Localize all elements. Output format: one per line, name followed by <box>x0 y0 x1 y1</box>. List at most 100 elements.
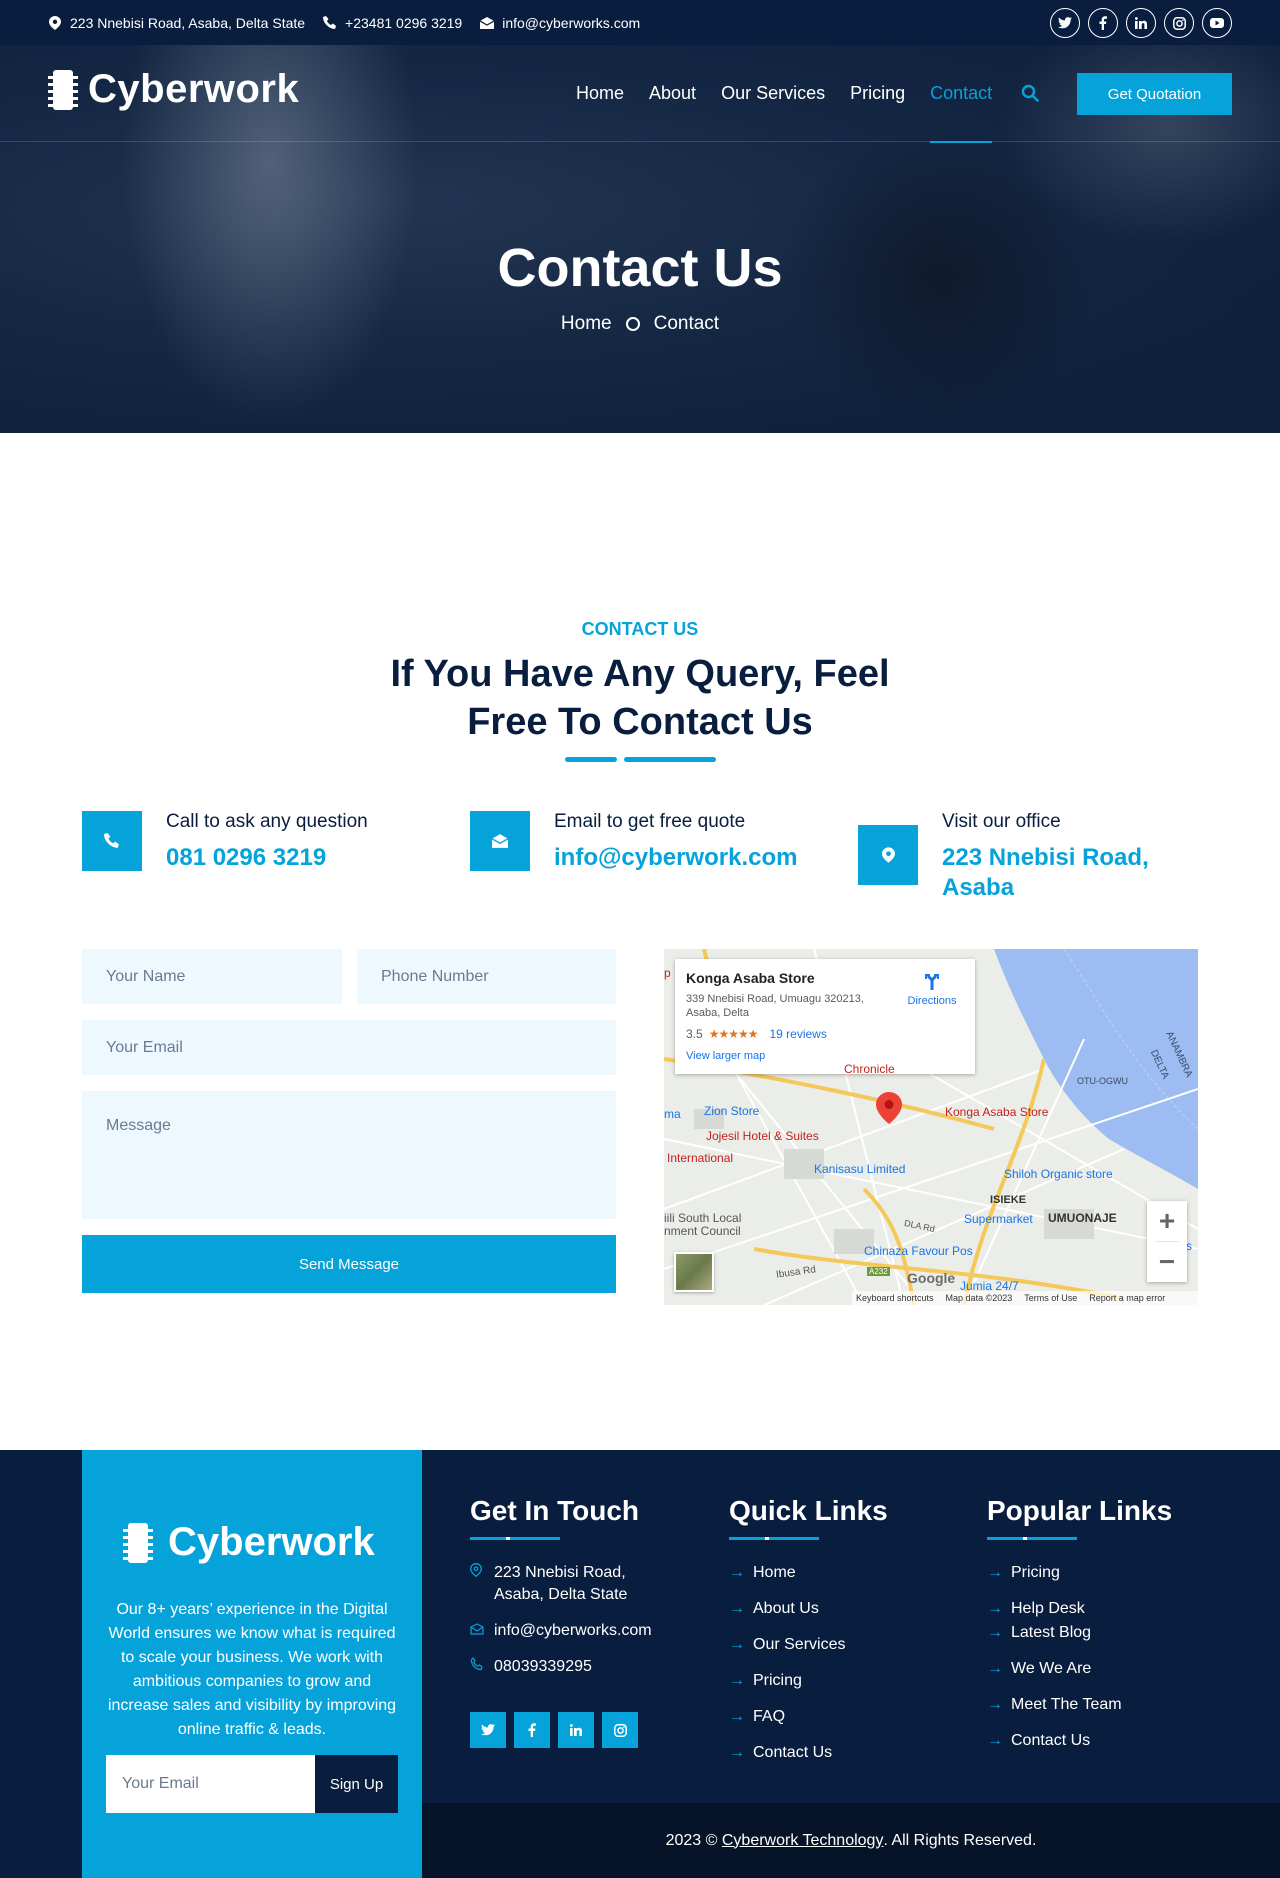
copyright-company-link[interactable]: Cyberwork Technology <box>722 1832 884 1850</box>
circle-separator-icon <box>625 317 640 331</box>
location-pin-icon <box>858 825 918 885</box>
main-navbar: Cyberwork Home About Our Services Pricin… <box>0 45 1280 143</box>
nav-item-contact[interactable]: Contact <box>930 45 993 143</box>
email-input[interactable]: Your Email <box>82 1020 616 1075</box>
sign-up-button[interactable]: Sign Up <box>315 1755 398 1813</box>
twitter-icon[interactable] <box>470 1712 506 1748</box>
map-label-konga[interactable]: Konga Asaba Store <box>945 1105 1048 1119</box>
reviews-link[interactable]: 19 reviews <box>769 1027 826 1041</box>
name-input[interactable]: Your Name <box>82 949 342 1004</box>
satellite-toggle[interactable] <box>674 1252 714 1292</box>
popular-link[interactable]: → Help Desk <box>987 1598 1172 1620</box>
map-attribution: Keyboard shortcuts Map data ©2023 Terms … <box>852 1291 1198 1305</box>
map-label-shiloh[interactable]: Shiloh Organic store <box>1004 1167 1113 1181</box>
location-pin-icon <box>470 1562 484 1584</box>
breadcrumb-home[interactable]: Home <box>561 313 612 335</box>
location-pin-icon <box>48 15 62 30</box>
phone-icon <box>323 15 337 30</box>
youtube-icon[interactable] <box>1202 8 1232 38</box>
popular-link[interactable]: → Meet The Team <box>987 1694 1172 1716</box>
twitter-icon[interactable] <box>1050 8 1080 38</box>
arrow-right-icon: → <box>987 1624 1003 1641</box>
footer-email[interactable]: info@cyberworks.com <box>470 1620 652 1642</box>
directions-button[interactable]: Directions <box>897 971 967 1007</box>
popular-link[interactable]: → Latest Blog <box>987 1622 1172 1644</box>
instagram-icon[interactable] <box>602 1712 638 1748</box>
section-title: If You Have Any Query, Feel Free To Cont… <box>340 650 940 746</box>
nav-item-about[interactable]: About <box>649 45 696 142</box>
footer-address-line2: Asaba, Delta State <box>494 1586 628 1603</box>
instagram-icon[interactable] <box>1164 8 1194 38</box>
send-message-button[interactable]: Send Message <box>82 1235 616 1293</box>
contact-info-bar: 223 Nnebisi Road, Asaba, Delta State +23… <box>48 0 640 45</box>
map-marker-icon[interactable] <box>876 1092 902 1124</box>
topbar-email[interactable]: info@cyberworks.com <box>480 15 640 31</box>
map-label-kanisasu[interactable]: Kanisasu Limited <box>814 1162 905 1176</box>
popular-link[interactable]: → We We Are <box>987 1658 1172 1680</box>
envelope-open-icon <box>480 16 495 30</box>
arrow-right-icon: → <box>987 1660 1003 1677</box>
arrow-right-icon: → <box>987 1696 1003 1713</box>
phone-input[interactable]: Phone Number <box>357 949 616 1004</box>
topbar-phone[interactable]: +23481 0296 3219 <box>323 15 462 31</box>
quick-link[interactable]: → Contact Us <box>729 1742 888 1764</box>
arrow-right-icon: → <box>729 1744 745 1761</box>
map-label-jojesil[interactable]: Jojesil Hotel & Suites <box>706 1129 819 1143</box>
search-icon[interactable] <box>1021 84 1041 104</box>
quick-link[interactable]: → Our Services <box>729 1634 888 1656</box>
chip-icon <box>48 69 78 110</box>
phone-icon <box>82 811 142 871</box>
facebook-icon[interactable] <box>514 1712 550 1748</box>
map-zoom-controls: + − <box>1147 1201 1187 1282</box>
map-place-rating: 3.5 ★★★★★ 19 reviews <box>686 1027 827 1041</box>
keyboard-shortcuts-link[interactable]: Keyboard shortcuts <box>856 1293 934 1303</box>
get-quotation-button[interactable]: Get Quotation <box>1077 73 1232 115</box>
zoom-out-button[interactable]: − <box>1147 1242 1187 1282</box>
zoom-in-button[interactable]: + <box>1147 1201 1187 1241</box>
section-title-line2: Free To Contact Us <box>467 701 813 743</box>
contact-card-value[interactable]: 081 0296 3219 <box>166 843 368 873</box>
linkedin-icon[interactable] <box>1126 8 1156 38</box>
popular-link[interactable]: → Contact Us <box>987 1730 1172 1752</box>
map-place-address: 339 Nnebisi Road, Umuagu 320213, Asaba, … <box>686 993 864 1019</box>
map-data-text: Map data ©2023 <box>945 1293 1013 1303</box>
quick-link[interactable]: → FAQ <box>729 1706 888 1728</box>
map-label-chinaza[interactable]: Chinaza Favour Pos <box>864 1244 973 1258</box>
topbar-phone-text: +23481 0296 3219 <box>345 14 463 31</box>
arrow-right-icon: → <box>729 1564 745 1581</box>
report-error-link[interactable]: Report a map error <box>1089 1293 1165 1303</box>
quick-link[interactable]: → Pricing <box>729 1670 888 1692</box>
terms-link[interactable]: Terms of Use <box>1024 1293 1077 1303</box>
arrow-right-icon: → <box>729 1636 745 1653</box>
footer-email-text: info@cyberworks.com <box>494 1622 652 1639</box>
nav-item-services[interactable]: Our Services <box>721 45 825 142</box>
linkedin-icon[interactable] <box>558 1712 594 1748</box>
footer-brand-name: Cyberwork <box>168 1520 375 1564</box>
footer-phone[interactable]: 08039339295 <box>470 1656 652 1678</box>
office-address-line1: 223 Nnebisi Road, <box>942 844 1149 871</box>
google-map-embed[interactable]: Konga Asaba Store 339 Nnebisi Road, Umua… <box>664 949 1198 1305</box>
envelope-icon <box>470 1620 484 1642</box>
facebook-icon[interactable] <box>1088 8 1118 38</box>
map-place-title: Konga Asaba Store <box>686 970 815 986</box>
footer-column-title: Popular Links <box>987 1495 1173 1526</box>
nav-item-pricing[interactable]: Pricing <box>850 45 905 142</box>
contact-card-value[interactable]: info@cyberwork.com <box>554 843 797 873</box>
map-label-zion-store[interactable]: Zion Store <box>704 1104 759 1118</box>
footer-column-title: Quick Links <box>729 1495 888 1526</box>
footer-brand-panel: Cyberwork Our 8+ years’ experience in th… <box>82 1450 422 1878</box>
arrow-right-icon: → <box>729 1600 745 1617</box>
view-larger-map-link[interactable]: View larger map <box>686 1050 765 1062</box>
copyright-prefix: 2023 © <box>665 1831 718 1849</box>
nav-item-home[interactable]: Home <box>576 45 624 142</box>
quick-link[interactable]: → About Us <box>729 1598 888 1620</box>
message-textarea[interactable]: Message <box>82 1091 616 1219</box>
footer-address: 223 Nnebisi Road, Asaba, Delta State <box>470 1562 652 1606</box>
brand-logo[interactable]: Cyberwork <box>48 67 299 112</box>
newsletter-email-input[interactable]: Your Email <box>106 1755 315 1813</box>
section-title-line1: If You Have Any Query, Feel <box>390 653 890 695</box>
footer-address-line1: 223 Nnebisi Road, <box>494 1564 626 1581</box>
popular-link[interactable]: → Pricing <box>987 1562 1172 1584</box>
quick-link[interactable]: → Home <box>729 1562 888 1584</box>
footer-logo[interactable]: Cyberwork <box>118 1520 375 1565</box>
